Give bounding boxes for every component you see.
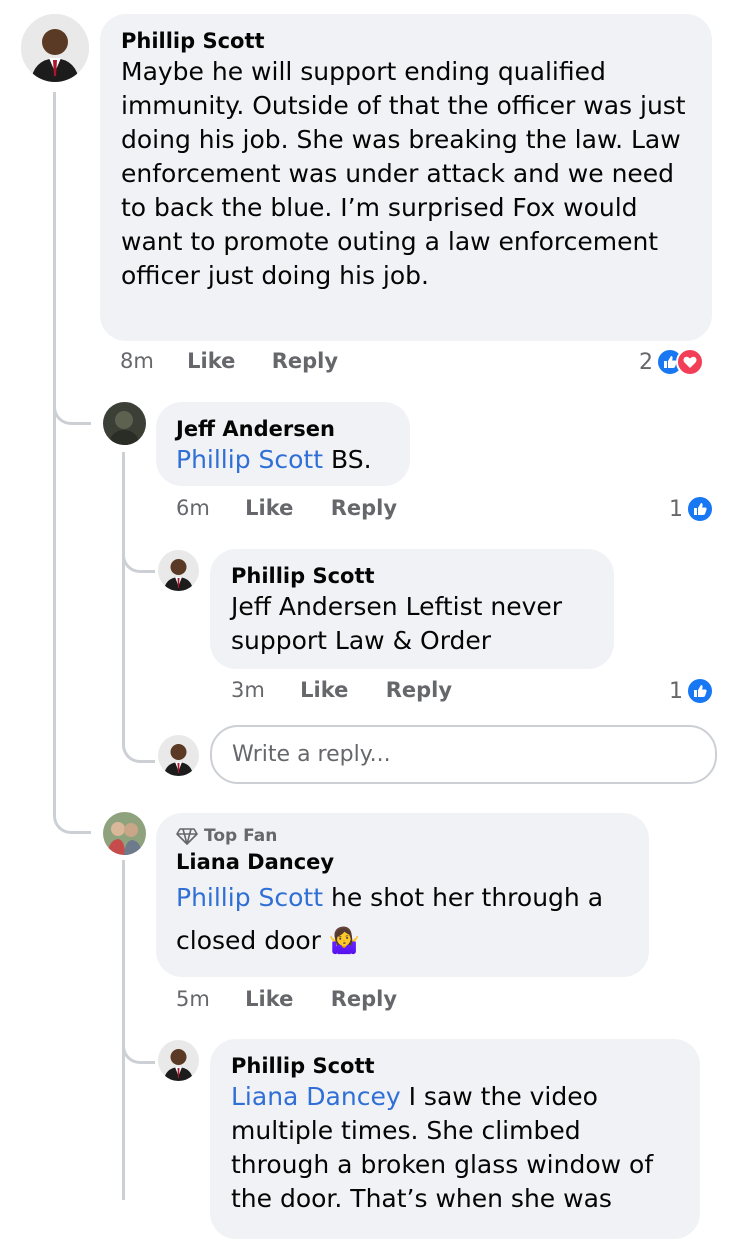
- comment-actions-2: 6m Like Reply: [176, 496, 397, 520]
- comment-text: Maybe he will support ending qualified i…: [121, 57, 686, 290]
- thread-line-jeff: [122, 452, 125, 747]
- comment-actions-3: 3m Like Reply: [231, 678, 452, 702]
- avatar-current-user: [158, 735, 199, 776]
- comment-time[interactable]: 6m: [176, 496, 210, 520]
- comment-bubble-2: Jeff Andersen Phillip Scott BS.: [156, 402, 410, 486]
- reply-button[interactable]: Reply: [272, 349, 338, 373]
- comment-author[interactable]: Phillip Scott: [121, 27, 692, 55]
- top-fan-badge: Top Fan: [176, 826, 629, 846]
- person-avatar-icon: [158, 1040, 199, 1081]
- person-avatar-icon: [103, 812, 146, 855]
- comment-author[interactable]: Jeff Andersen: [176, 415, 390, 443]
- comment-time[interactable]: 3m: [231, 678, 265, 702]
- comment-text: BS.: [331, 445, 372, 474]
- reaction-count: 1: [669, 496, 683, 522]
- avatar-liana-dancey[interactable]: [103, 812, 146, 855]
- mention-link[interactable]: Phillip Scott: [176, 883, 323, 912]
- thread-curve-reply-3: [122, 1030, 155, 1064]
- thread-curve-jeff: [53, 390, 91, 425]
- reply-input-placeholder: Write a reply...: [232, 742, 391, 767]
- like-button[interactable]: Like: [245, 987, 293, 1011]
- person-avatar-icon: [158, 550, 199, 591]
- avatar-phillip-scott[interactable]: [21, 14, 89, 82]
- comment-bubble-5: Phillip Scott Liana Dancey I saw the vid…: [210, 1039, 700, 1239]
- thumbs-up-icon: [686, 495, 714, 523]
- heart-icon: [676, 348, 704, 376]
- thread-curve-reply-1: [122, 540, 155, 573]
- comment-actions-4: 5m Like Reply: [176, 987, 397, 1011]
- thread-curve-liana: [53, 800, 91, 834]
- comment-text-line: Liana Dancey I saw the video multiple ti…: [231, 1080, 680, 1216]
- comment-author[interactable]: Liana Dancey: [176, 848, 629, 876]
- comment-bubble-4: Top Fan Liana Dancey Phillip Scott he sh…: [156, 813, 649, 977]
- reply-button[interactable]: Reply: [386, 678, 452, 702]
- reaction-count: 2: [639, 349, 653, 375]
- person-avatar-icon: [21, 14, 89, 82]
- comment-text-line: Phillip Scott he shot her through a clos…: [176, 876, 629, 962]
- comment-time[interactable]: 5m: [176, 987, 210, 1011]
- comment-time[interactable]: 8m: [120, 349, 154, 373]
- reply-button[interactable]: Reply: [331, 987, 397, 1011]
- comment-text-line: Phillip Scott BS.: [176, 443, 390, 477]
- comment-author[interactable]: Phillip Scott: [231, 1052, 680, 1080]
- avatar-phillip-scott[interactable]: [158, 550, 199, 591]
- reply-button[interactable]: Reply: [331, 496, 397, 520]
- person-avatar-icon: [158, 735, 199, 776]
- thread-line-main: [53, 92, 56, 812]
- reaction-count: 1: [669, 678, 683, 704]
- mention-link[interactable]: Liana Dancey: [231, 1082, 401, 1111]
- thread-curve-write: [122, 730, 155, 763]
- avatar-jeff-andersen[interactable]: [103, 402, 146, 445]
- mention-link[interactable]: Phillip Scott: [176, 445, 323, 474]
- like-button[interactable]: Like: [245, 496, 293, 520]
- comment-bubble-1: Phillip Scott Maybe he will support endi…: [100, 14, 712, 341]
- person-avatar-icon: [103, 402, 146, 445]
- like-button[interactable]: Like: [187, 349, 235, 373]
- comment-bubble-3: Phillip Scott Jeff Andersen Leftist neve…: [210, 549, 614, 669]
- diamond-icon: [176, 828, 198, 845]
- thumbs-up-icon: [686, 677, 714, 705]
- reaction-summary-2[interactable]: 1: [669, 495, 714, 523]
- like-button[interactable]: Like: [300, 678, 348, 702]
- reply-input[interactable]: Write a reply...: [210, 725, 717, 784]
- badge-label: Top Fan: [204, 826, 278, 846]
- comment-author[interactable]: Phillip Scott: [231, 562, 594, 590]
- comment-text: Jeff Andersen Leftist never support Law …: [231, 592, 563, 655]
- comment-actions-1: 8m Like Reply: [120, 349, 338, 373]
- shrug-emoji: 🤷‍♀️: [328, 926, 361, 955]
- reaction-summary-3[interactable]: 1: [669, 677, 714, 705]
- reaction-summary-1[interactable]: 2: [639, 348, 704, 376]
- avatar-phillip-scott[interactable]: [158, 1040, 199, 1081]
